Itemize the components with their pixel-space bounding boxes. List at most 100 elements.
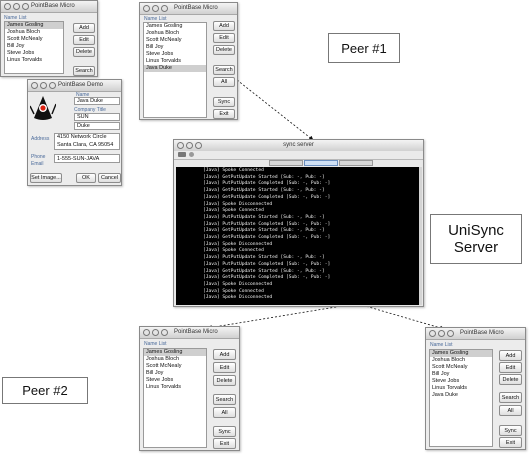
- sync-button[interactable]: Sync: [213, 426, 236, 437]
- list-item[interactable]: Steve Jobs: [144, 377, 206, 384]
- tab-active[interactable]: [304, 160, 338, 166]
- log-line: [Java] Spoke Connected: [203, 168, 264, 173]
- list-item[interactable]: Scott McNealy: [144, 363, 206, 370]
- demo-list-titlebar: PointBase Micro: [1, 1, 97, 13]
- list-item[interactable]: Linus Torvalds: [5, 57, 63, 64]
- list-item[interactable]: Bill Joy: [144, 44, 206, 51]
- sync-button[interactable]: Sync: [213, 97, 235, 107]
- name-list[interactable]: James Gosling Joshua Bloch Scott McNealy…: [143, 348, 207, 448]
- list-item[interactable]: Bill Joy: [144, 370, 206, 377]
- name-list[interactable]: James Gosling Joshua Bloch Scott McNealy…: [143, 22, 207, 118]
- search-button[interactable]: Search: [213, 65, 235, 75]
- window-title: PointBase Micro: [460, 330, 504, 336]
- list-item[interactable]: Joshua Bloch: [430, 357, 492, 364]
- add-button[interactable]: Add: [73, 23, 95, 33]
- add-button[interactable]: Add: [499, 350, 522, 361]
- zoom-icon[interactable]: [161, 329, 168, 336]
- set-image-button[interactable]: Set Image...: [30, 173, 62, 183]
- list-item[interactable]: Steve Jobs: [5, 50, 63, 57]
- minimize-icon[interactable]: [152, 5, 159, 12]
- list-label: Name List: [430, 342, 453, 348]
- name-list[interactable]: James Gosling Joshua Bloch Scott McNealy…: [429, 349, 493, 447]
- scrollbar[interactable]: [419, 167, 422, 305]
- toolbar-icon[interactable]: [189, 152, 194, 157]
- add-button[interactable]: Add: [213, 21, 235, 31]
- delete-button[interactable]: Delete: [213, 375, 236, 386]
- edit-button[interactable]: Edit: [499, 362, 522, 373]
- delete-button[interactable]: Delete: [213, 45, 235, 55]
- title-field[interactable]: Duke: [74, 122, 120, 130]
- minimize-icon[interactable]: [40, 82, 47, 89]
- minimize-icon[interactable]: [152, 329, 159, 336]
- minimize-icon[interactable]: [13, 3, 20, 10]
- phone-field[interactable]: 1-555-SUN-JAVA: [54, 154, 120, 163]
- log-line: [Java] GetPutUpdate Completed [Sub: -, P…: [203, 235, 331, 241]
- all-button[interactable]: All: [213, 407, 236, 418]
- zoom-icon[interactable]: [447, 330, 454, 337]
- address-line2: Santa Clara, CA 95054: [57, 141, 114, 148]
- tab[interactable]: [339, 160, 373, 166]
- close-icon[interactable]: [177, 142, 184, 149]
- list-item[interactable]: Java Duke: [144, 65, 206, 72]
- close-icon[interactable]: [429, 330, 436, 337]
- list-item[interactable]: Bill Joy: [430, 371, 492, 378]
- list-item[interactable]: Steve Jobs: [430, 378, 492, 385]
- all-button[interactable]: All: [213, 77, 235, 87]
- exit-button[interactable]: Exit: [499, 437, 522, 448]
- list-item[interactable]: James Gosling: [430, 350, 492, 357]
- terminal-output[interactable]: [Java] Spoke Connected [Java] GetPutUpda…: [176, 167, 419, 305]
- close-icon[interactable]: [143, 5, 150, 12]
- edit-button[interactable]: Edit: [73, 35, 95, 45]
- list-item[interactable]: James Gosling: [5, 22, 63, 29]
- list-item[interactable]: James Gosling: [144, 349, 206, 356]
- server-callout: UniSync Server: [430, 214, 522, 264]
- search-button[interactable]: Search: [499, 392, 522, 403]
- ok-button[interactable]: OK: [76, 173, 96, 183]
- name-field[interactable]: Java Duke: [74, 97, 120, 105]
- list-item[interactable]: Joshua Bloch: [144, 356, 206, 363]
- list-item[interactable]: Linus Torvalds: [144, 384, 206, 391]
- zoom-icon[interactable]: [49, 82, 56, 89]
- minimize-icon[interactable]: [438, 330, 445, 337]
- edit-button[interactable]: Edit: [213, 33, 235, 43]
- sync-button[interactable]: Sync: [499, 425, 522, 436]
- address-field[interactable]: 4150 Network Circle Santa Clara, CA 9505…: [54, 133, 120, 150]
- all-button[interactable]: All: [499, 405, 522, 416]
- list-item[interactable]: Scott McNealy: [5, 36, 63, 43]
- close-icon[interactable]: [4, 3, 11, 10]
- list-item[interactable]: Joshua Bloch: [144, 30, 206, 37]
- list-item[interactable]: Scott McNealy: [144, 37, 206, 44]
- search-button[interactable]: Search: [73, 66, 95, 76]
- list-item[interactable]: James Gosling: [144, 23, 206, 30]
- name-list[interactable]: James Gosling Joshua Bloch Scott McNealy…: [4, 21, 64, 74]
- peer2-callout-text: Peer #2: [22, 383, 68, 398]
- search-button[interactable]: Search: [213, 394, 236, 405]
- list-item[interactable]: Java Duke: [430, 392, 492, 399]
- zoom-icon[interactable]: [161, 5, 168, 12]
- delete-button[interactable]: Delete: [499, 374, 522, 385]
- minimize-icon[interactable]: [186, 142, 193, 149]
- close-icon[interactable]: [31, 82, 38, 89]
- tab[interactable]: [269, 160, 303, 166]
- company-field[interactable]: SUN: [74, 113, 120, 121]
- zoom-icon[interactable]: [22, 3, 29, 10]
- cancel-button[interactable]: Cancel: [98, 173, 121, 183]
- peer1-callout: Peer #1: [328, 33, 400, 63]
- close-icon[interactable]: [143, 329, 150, 336]
- exit-button[interactable]: Exit: [213, 438, 236, 449]
- list-item[interactable]: Scott McNealy: [430, 364, 492, 371]
- list-item[interactable]: Joshua Bloch: [5, 29, 63, 36]
- server-callout-line1: UniSync: [448, 222, 504, 239]
- list-item[interactable]: Steve Jobs: [144, 51, 206, 58]
- add-button[interactable]: Add: [213, 349, 236, 360]
- list-item[interactable]: Linus Torvalds: [144, 58, 206, 65]
- delete-button[interactable]: Delete: [73, 47, 95, 57]
- window-title: PointBase Demo: [58, 82, 104, 88]
- list-item[interactable]: Bill Joy: [5, 43, 63, 50]
- toolbar-icon[interactable]: [178, 152, 186, 157]
- edit-button[interactable]: Edit: [213, 362, 236, 373]
- phone-label: Phone: [31, 154, 46, 160]
- list-item[interactable]: Linus Torvalds: [430, 385, 492, 392]
- zoom-icon[interactable]: [195, 142, 202, 149]
- exit-button[interactable]: Exit: [213, 109, 235, 119]
